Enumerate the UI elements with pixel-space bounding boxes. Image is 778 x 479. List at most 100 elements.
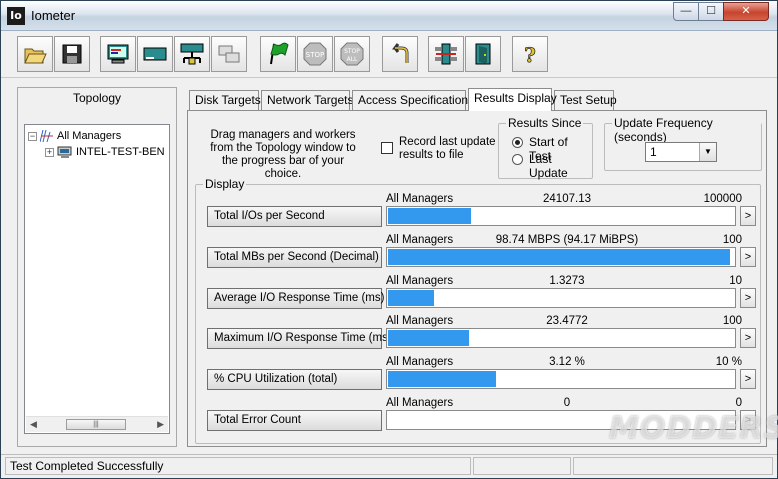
maximize-button[interactable]: ☐ [698, 2, 724, 21]
minimize-button[interactable]: — [673, 2, 699, 21]
metric-value: 23.4772 [546, 315, 588, 327]
new-network-worker-button[interactable] [174, 36, 210, 72]
tree-node-manager[interactable]: + INTEL-TEST-BEN [45, 144, 165, 160]
record-results-checkbox[interactable] [381, 142, 393, 154]
stop-button[interactable]: STOP [297, 36, 333, 72]
toolbar: STOP STOP ALL ? [1, 32, 777, 78]
metric-drilldown-button[interactable]: > [740, 369, 756, 389]
metric-drilldown-button[interactable]: > [740, 288, 756, 308]
metric-max: 10 [729, 275, 742, 287]
scroll-thumb[interactable]: ||| [66, 419, 126, 430]
topology-pane: Topology − All Managers + INTEL-TEST-BEN… [17, 87, 177, 447]
metric-progress-fill [388, 371, 496, 387]
collapse-toggle[interactable]: − [28, 131, 37, 141]
tab-access-specifications[interactable]: Access Specifications [352, 90, 474, 110]
update-frequency-title: Update Frequency (seconds) [612, 116, 761, 144]
duplicate-worker-button[interactable] [211, 36, 247, 72]
scroll-left-icon[interactable]: ◀ [30, 419, 37, 430]
close-button[interactable]: ✕ [723, 2, 769, 21]
disconnect-managers-button[interactable] [428, 36, 464, 72]
stop-icon: STOP [303, 42, 327, 66]
display-icon [107, 44, 129, 64]
results-display-panel: Drag managers and workers from the Topol… [187, 110, 767, 447]
reset-workers-button[interactable] [382, 36, 418, 72]
chevron-down-icon[interactable]: ▼ [699, 143, 716, 161]
tree-label-manager: INTEL-TEST-BEN [76, 146, 165, 158]
metric-select-button[interactable]: Average I/O Response Time (ms) [207, 288, 384, 309]
last-update-radio[interactable] [512, 154, 523, 165]
metric-select-button[interactable]: Total MBs per Second (Decimal) [207, 247, 382, 268]
managers-icon [40, 130, 53, 142]
tab-network-targets[interactable]: Network Targets [261, 90, 353, 110]
help-icon: ? [524, 43, 537, 67]
exit-button[interactable] [465, 36, 501, 72]
metric-max: 100000 [703, 193, 742, 205]
status-message: Test Completed Successfully [5, 457, 471, 475]
stop-all-icon: STOP ALL [340, 42, 364, 66]
title-bar[interactable]: Io Iometer — ☐ ✕ [1, 1, 777, 31]
results-since-title: Results Since [506, 116, 584, 130]
metric-progress-bar[interactable] [386, 247, 736, 267]
metric-drilldown-button[interactable]: > [740, 328, 756, 348]
metric-max: 10 % [715, 356, 742, 368]
metric-progress-bar[interactable] [386, 369, 736, 389]
tab-results-display[interactable]: Results Display [468, 88, 557, 111]
last-update-label: Last Update [529, 152, 568, 180]
iometer-window: Io Iometer — ☐ ✕ STOP STOP ALL ? Topolog… [0, 0, 778, 479]
stop-text: STOP [306, 51, 324, 59]
topology-title: Topology [72, 91, 122, 105]
watermark-logo: MODDERS [609, 411, 778, 446]
new-display-button[interactable] [100, 36, 136, 72]
drag-hint-text: Drag managers and workers from the Topol… [210, 129, 356, 180]
exit-door-icon [475, 43, 491, 65]
metric-progress-bar[interactable] [386, 288, 736, 308]
metric-value: 24107.13 [543, 193, 591, 205]
open-config-button[interactable] [17, 36, 53, 72]
metric-select-button[interactable]: Total Error Count [207, 410, 382, 431]
metric-select-button[interactable]: Maximum I/O Response Time (ms) [207, 328, 392, 349]
save-icon [62, 44, 82, 64]
tab-disk-targets[interactable]: Disk Targets [189, 90, 261, 110]
status-pane-2 [473, 457, 571, 475]
open-folder-icon [24, 48, 47, 64]
expand-toggle[interactable]: + [45, 147, 54, 157]
metric-max: 100 [722, 234, 742, 246]
tab-test-setup[interactable]: Test Setup [554, 90, 617, 110]
topology-hscrollbar[interactable]: ◀ ||| ▶ [26, 416, 168, 432]
results-since-group: Results Since Start of Test Last Update [498, 116, 593, 180]
new-disk-worker-button[interactable] [137, 36, 173, 72]
metric-progress-fill [388, 249, 730, 265]
start-of-test-radio[interactable] [512, 137, 523, 148]
update-frequency-select[interactable]: 1 ▼ [645, 142, 717, 162]
main-content: Topology − All Managers + INTEL-TEST-BEN… [1, 79, 777, 453]
app-icon[interactable]: Io [7, 7, 25, 25]
metric-progress-bar[interactable] [386, 328, 736, 348]
metric-progress-fill [388, 208, 471, 224]
metric-progress-bar[interactable] [386, 206, 736, 226]
metric-select-button[interactable]: % CPU Utilization (total) [207, 369, 382, 390]
metric-value: 3.12 % [549, 356, 585, 368]
metric-select-button[interactable]: Total I/Os per Second [207, 206, 382, 227]
disk-worker-icon [143, 47, 167, 61]
display-group: Display Total I/Os per Second All Manager… [195, 177, 761, 444]
start-tests-button[interactable] [260, 36, 296, 72]
svg-text:ALL: ALL [347, 56, 358, 63]
duplicate-worker-icon [218, 45, 240, 63]
stop-all-button[interactable]: STOP ALL [334, 36, 370, 72]
metric-value: 0 [563, 397, 571, 409]
metric-max: 100 [722, 315, 742, 327]
update-frequency-group: Update Frequency (seconds) 1 ▼ [604, 116, 762, 171]
metric-progress-fill [388, 330, 469, 346]
svg-text:STOP: STOP [344, 48, 360, 55]
save-config-button[interactable] [54, 36, 90, 72]
help-button[interactable]: ? [512, 36, 548, 72]
tree-node-all-managers[interactable]: − All Managers [28, 128, 121, 144]
reset-arrow-icon [392, 43, 409, 63]
metric-drilldown-button[interactable]: > [740, 206, 756, 226]
scroll-right-icon[interactable]: ▶ [157, 419, 164, 430]
start-flag-icon [270, 42, 289, 65]
metric-drilldown-button[interactable]: > [740, 247, 756, 267]
metric-value: 98.74 MBPS (94.17 MiBPS) [495, 234, 639, 246]
window-title: Iometer [31, 8, 76, 23]
topology-tree[interactable]: − All Managers + INTEL-TEST-BEN ◀ ||| ▶ [24, 124, 170, 434]
